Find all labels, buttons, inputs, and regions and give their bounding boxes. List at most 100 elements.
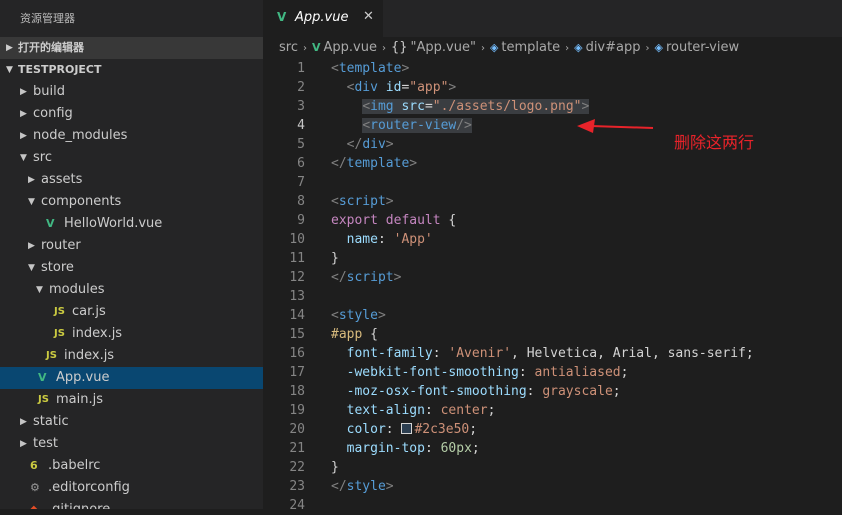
tree-item[interactable]: JS main.js [0, 389, 263, 411]
tree-item[interactable]: 6 .babelrc [0, 455, 263, 477]
code-text: } [331, 251, 339, 266]
tree-item-label: .babelrc [48, 458, 101, 473]
tree-item[interactable]: ▼ store [0, 257, 263, 279]
breadcrumb-div[interactable]: div#app [586, 37, 641, 59]
line-number: 5 [297, 137, 305, 152]
code-line: 24 [263, 496, 842, 515]
vue-file-icon: V [311, 41, 321, 54]
open-editors-section[interactable]: ▶ 打开的编辑器 [0, 37, 263, 59]
tree-item[interactable]: ▶ config [0, 103, 263, 125]
code-line: 11} [263, 249, 842, 268]
tree-item[interactable]: ▶ static [0, 411, 263, 433]
code-line: 7 [263, 173, 842, 192]
line-number: 13 [289, 289, 305, 304]
code-text: name: 'App' [346, 232, 433, 247]
breadcrumb-file[interactable]: App.vue [324, 37, 377, 59]
code-line: 10 name: 'App' [263, 230, 842, 249]
module-icon: {} [390, 40, 408, 55]
code-text: -moz-osx-font-smoothing: grayscale; [346, 384, 621, 399]
tree-item[interactable]: ▶ router [0, 235, 263, 257]
vue-file-icon: V [38, 371, 47, 384]
tree-item-label: .editorconfig [48, 480, 130, 495]
tab-bar: V App.vue ✕ [263, 0, 842, 37]
chevron-right-icon: ▶ [20, 417, 27, 427]
tree-item[interactable]: JS car.js [0, 301, 263, 323]
color-swatch-icon[interactable] [401, 423, 413, 434]
breadcrumb-router-view[interactable]: router-view [666, 37, 739, 59]
tree-item[interactable]: V HelloWorld.vue [0, 213, 263, 235]
code-text: color: #2c3e50; [346, 422, 478, 437]
tree-item-label: node_modules [33, 128, 128, 143]
explorer-title: 资源管理器 [20, 12, 75, 25]
tree-item[interactable]: ⚙ .editorconfig [0, 477, 263, 499]
code-line: 15 #app { [263, 325, 842, 344]
tree-item[interactable]: ▶ build [0, 81, 263, 103]
code-text: <img src="./assets/logo.png"> [362, 99, 590, 114]
project-section[interactable]: ▼ TESTPROJECT [0, 59, 263, 81]
close-icon[interactable]: ✕ [363, 9, 374, 24]
breadcrumb-template[interactable]: template [501, 37, 560, 59]
code-editor[interactable]: 1 <template> 2 <div id="app"> 3 <img src=".… [263, 59, 842, 513]
chevron-right-icon: › [565, 43, 570, 54]
tab-app-vue[interactable]: V App.vue ✕ [263, 0, 383, 37]
annotation-arrow-icon [577, 119, 654, 133]
code-text: font-family: 'Avenir', Helvetica, Arial,… [346, 346, 754, 361]
tree-item-label: static [33, 414, 69, 429]
code-line: 5 </div> [263, 135, 842, 154]
chevron-right-icon: › [645, 43, 650, 54]
tree-item[interactable]: ▶ node_modules [0, 125, 263, 147]
vue-file-icon: V [277, 10, 287, 24]
tree-item[interactable]: JS index.js [0, 345, 263, 367]
tree-item-label: App.vue [56, 370, 110, 385]
line-number: 23 [289, 479, 305, 494]
code-text: <style> [331, 308, 386, 323]
tree-item-label: index.js [64, 348, 115, 363]
line-number: 6 [297, 156, 305, 171]
code-text: </style> [331, 479, 394, 494]
line-number: 18 [289, 384, 305, 399]
breadcrumb-src[interactable]: src [279, 37, 298, 59]
code-line: 21 margin-top: 60px; [263, 439, 842, 458]
chevron-right-icon: ▶ [20, 87, 27, 97]
line-number: 15 [289, 327, 305, 342]
line-number: 21 [289, 441, 305, 456]
chevron-down-icon: ▼ [28, 263, 35, 273]
code-line: 4 <router-view/> [263, 116, 842, 135]
tree-item-label: router [41, 238, 81, 253]
tree-item[interactable]: ◆ .gitignore [0, 499, 263, 509]
element-cube-icon: ◈ [654, 41, 663, 54]
line-number: 3 [297, 99, 305, 114]
tree-item-label: components [41, 194, 122, 209]
line-number: 19 [289, 403, 305, 418]
tree-item-label: modules [49, 282, 105, 297]
tree-item-label: config [33, 106, 73, 121]
chevron-right-icon: › [480, 43, 485, 54]
tree-item-label: HelloWorld.vue [64, 216, 163, 231]
line-number: 7 [297, 175, 305, 190]
explorer-sidebar: 资源管理器 ▶ 打开的编辑器 ▼ TESTPROJECT ▶ build ▶ conf… [0, 0, 263, 509]
tree-item[interactable]: ▼ src [0, 147, 263, 169]
tree-item[interactable]: V App.vue [0, 367, 263, 389]
code-line: 6 </template> [263, 154, 842, 173]
tree-item-label: store [41, 260, 74, 275]
vue-file-icon: V [46, 217, 55, 230]
code-text: margin-top: 60px; [346, 441, 480, 456]
project-label: TESTPROJECT [18, 63, 102, 76]
code-text: </div> [346, 137, 394, 152]
element-cube-icon: ◈ [574, 41, 583, 54]
tree-item[interactable]: ▼ modules [0, 279, 263, 301]
tree-item[interactable]: ▶ test [0, 433, 263, 455]
line-number: 8 [297, 194, 305, 209]
file-tree: ▶ build ▶ config ▶ node_modules ▼ src ▶ assets ▼ co… [0, 81, 263, 509]
code-line: 1 <template> [263, 59, 842, 78]
babel-file-icon: 6 [30, 459, 38, 472]
tree-item[interactable]: ▶ assets [0, 169, 263, 191]
breadcrumb-module[interactable]: "App.vue" [411, 37, 476, 59]
js-file-icon: JS [46, 350, 57, 361]
code-line: 22} [263, 458, 842, 477]
tree-item[interactable]: ▼ components [0, 191, 263, 213]
tree-item-label: .gitignore [48, 499, 110, 509]
chevron-right-icon: ▶ [6, 43, 13, 53]
tree-item[interactable]: JS index.js [0, 323, 263, 345]
line-number: 22 [289, 460, 305, 475]
